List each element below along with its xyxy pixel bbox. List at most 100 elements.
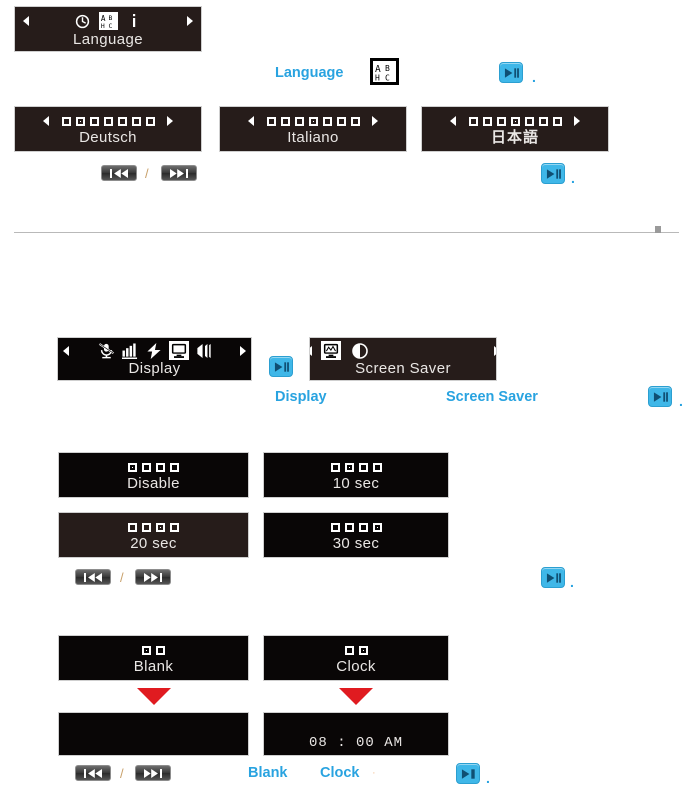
language-option-label: Italiano bbox=[287, 129, 339, 146]
left-arrow-icon[interactable] bbox=[63, 345, 69, 356]
pager-dot-selected bbox=[358, 645, 368, 655]
pager-dots bbox=[266, 116, 360, 126]
timeout-pager-row bbox=[264, 458, 448, 476]
play-pause-button[interactable] bbox=[456, 763, 480, 784]
mode-pager-row bbox=[264, 641, 448, 659]
pager-dot-selected bbox=[128, 462, 137, 472]
right-arrow-icon[interactable] bbox=[574, 116, 580, 126]
mic-mute-icon[interactable] bbox=[97, 342, 116, 360]
previous-track-button[interactable] bbox=[75, 765, 111, 781]
screensaver-result-panel: 08 : 00 AM bbox=[263, 712, 449, 756]
screensaver-mode-panel[interactable]: Blank bbox=[58, 635, 249, 681]
pager-dot bbox=[103, 116, 113, 126]
abc-icon[interactable]: A B H C bbox=[98, 12, 118, 30]
pager-dot bbox=[128, 522, 137, 532]
screensaver-menu-panel[interactable]: Screen Saver bbox=[309, 337, 497, 381]
instruction-period: . bbox=[532, 69, 536, 85]
language-option-pager-row bbox=[15, 112, 201, 130]
screensaver-mode-panel[interactable]: Clock bbox=[263, 635, 449, 681]
contrast-icon[interactable] bbox=[350, 342, 369, 360]
speaker-icon[interactable] bbox=[194, 342, 213, 360]
nav-period: . bbox=[486, 770, 490, 786]
pager-dot-selected bbox=[372, 522, 382, 532]
pager-dot bbox=[344, 645, 354, 655]
pager-dot bbox=[344, 522, 354, 532]
left-arrow-icon[interactable] bbox=[248, 116, 254, 126]
screensaver-timeout-panel[interactable]: 30 sec bbox=[263, 512, 449, 558]
pager-dots bbox=[128, 522, 179, 532]
right-arrow-icon[interactable] bbox=[167, 116, 173, 126]
pager-dot bbox=[131, 116, 141, 126]
pager-dot-selected bbox=[510, 116, 520, 126]
language-option-panel[interactable]: Deutsch bbox=[14, 106, 202, 152]
nav-separator: / bbox=[120, 570, 124, 585]
screensaver-timeout-panel[interactable]: 20 sec bbox=[58, 512, 249, 558]
right-arrow-icon[interactable] bbox=[372, 116, 378, 126]
pager-dots bbox=[330, 522, 382, 532]
pager-dot bbox=[350, 116, 360, 126]
play-pause-button[interactable] bbox=[269, 356, 293, 377]
right-arrow-icon[interactable] bbox=[494, 345, 496, 356]
language-menu-panel[interactable]: A B H C Language bbox=[14, 6, 202, 52]
monitor-icon[interactable] bbox=[168, 341, 189, 360]
display-menu-panel[interactable]: Display bbox=[57, 337, 252, 381]
right-arrow-icon[interactable] bbox=[187, 16, 193, 26]
pager-dots bbox=[128, 462, 179, 472]
timeout-label: 30 sec bbox=[332, 535, 380, 552]
pager-dots bbox=[468, 116, 562, 126]
right-arrow-icon[interactable] bbox=[240, 345, 246, 356]
pager-dot-selected bbox=[142, 645, 151, 655]
pager-dot bbox=[170, 522, 179, 532]
screensaver-timeout-panel[interactable]: 10 sec bbox=[263, 452, 449, 498]
svg-text:C: C bbox=[108, 22, 112, 29]
left-arrow-icon[interactable] bbox=[450, 116, 456, 126]
display-instruction-label: Display bbox=[275, 389, 327, 405]
next-track-button[interactable] bbox=[161, 165, 197, 181]
screensaver-monitor-icon[interactable] bbox=[321, 341, 341, 360]
svg-text:H: H bbox=[375, 73, 380, 81]
pager-dot-selected bbox=[344, 462, 354, 472]
screensaver-timeout-panel[interactable]: Disable bbox=[58, 452, 249, 498]
clock-icon[interactable] bbox=[73, 12, 92, 30]
language-option-panel[interactable]: 日本語 bbox=[421, 106, 609, 152]
next-track-button[interactable] bbox=[135, 569, 171, 585]
result-label: 08 : 00 AM bbox=[308, 735, 403, 751]
language-option-panel[interactable]: Italiano bbox=[219, 106, 407, 152]
left-arrow-icon[interactable] bbox=[310, 345, 312, 356]
nav-period: . bbox=[570, 574, 574, 590]
blank-mode-label: Blank bbox=[248, 765, 288, 781]
mode-pager-row bbox=[59, 641, 248, 659]
previous-track-button[interactable] bbox=[75, 569, 111, 585]
lightning-icon[interactable] bbox=[145, 342, 164, 360]
pager-dots bbox=[330, 462, 382, 472]
mode-label: Blank bbox=[133, 658, 174, 675]
display-menu-icon-row bbox=[58, 340, 251, 361]
pager-dot bbox=[468, 116, 478, 126]
play-pause-button[interactable] bbox=[648, 386, 672, 407]
screensaver-menu-icon-row bbox=[310, 340, 496, 361]
language-option-pager-row bbox=[422, 112, 608, 130]
pager-dot bbox=[358, 462, 368, 472]
left-arrow-icon[interactable] bbox=[43, 116, 49, 126]
timeout-pager-row bbox=[264, 518, 448, 536]
info-icon[interactable] bbox=[125, 12, 144, 30]
previous-track-button[interactable] bbox=[101, 165, 137, 181]
next-track-button[interactable] bbox=[135, 765, 171, 781]
language-option-label: Deutsch bbox=[79, 129, 137, 146]
pager-dot bbox=[496, 116, 506, 126]
language-option-label: 日本語 bbox=[490, 129, 539, 146]
pager-dot bbox=[89, 116, 99, 126]
equalizer-icon[interactable] bbox=[121, 342, 140, 360]
left-arrow-icon[interactable] bbox=[23, 16, 29, 26]
svg-text:B: B bbox=[385, 64, 390, 73]
play-pause-button[interactable] bbox=[541, 163, 565, 184]
play-pause-button[interactable] bbox=[499, 62, 523, 83]
faint-marker: · bbox=[372, 767, 376, 779]
screensaver-menu-label: Screen Saver bbox=[355, 360, 451, 377]
play-pause-button[interactable] bbox=[541, 567, 565, 588]
nav-period: . bbox=[571, 170, 575, 186]
pager-dot bbox=[142, 462, 151, 472]
language-menu-label: Language bbox=[73, 31, 143, 48]
pager-dot bbox=[170, 462, 179, 472]
svg-text:B: B bbox=[108, 14, 112, 22]
